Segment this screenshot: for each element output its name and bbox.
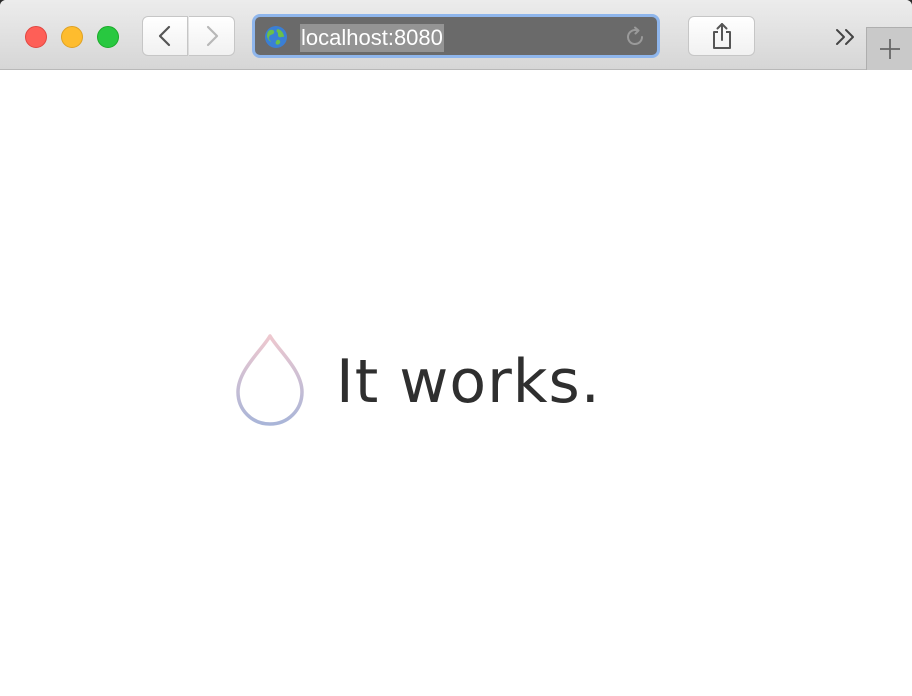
- share-button[interactable]: [688, 16, 755, 56]
- new-tab-button[interactable]: [866, 27, 912, 70]
- globe-icon: [265, 26, 287, 48]
- double-chevron-right-icon: [836, 29, 854, 45]
- page-headline: It works.: [336, 347, 601, 417]
- page-content: It works.: [0, 70, 912, 696]
- browser-toolbar: localhost:8080: [0, 0, 912, 70]
- close-window-button[interactable]: [25, 26, 47, 48]
- share-icon: [712, 23, 731, 49]
- reload-icon[interactable]: [623, 25, 647, 49]
- minimize-window-button[interactable]: [61, 26, 83, 48]
- chevron-left-icon: [158, 25, 171, 47]
- drop-icon: [236, 334, 304, 426]
- chevron-right-icon: [206, 25, 218, 47]
- address-bar[interactable]: localhost:8080: [252, 14, 660, 58]
- url-text[interactable]: localhost:8080: [300, 24, 444, 52]
- browser-window: localhost:8080 It works.: [0, 0, 912, 696]
- maximize-window-button[interactable]: [97, 26, 119, 48]
- back-button[interactable]: [142, 16, 188, 56]
- forward-button[interactable]: [189, 16, 235, 56]
- plus-icon: [879, 39, 900, 59]
- more-toolbar-items-button[interactable]: [828, 22, 862, 52]
